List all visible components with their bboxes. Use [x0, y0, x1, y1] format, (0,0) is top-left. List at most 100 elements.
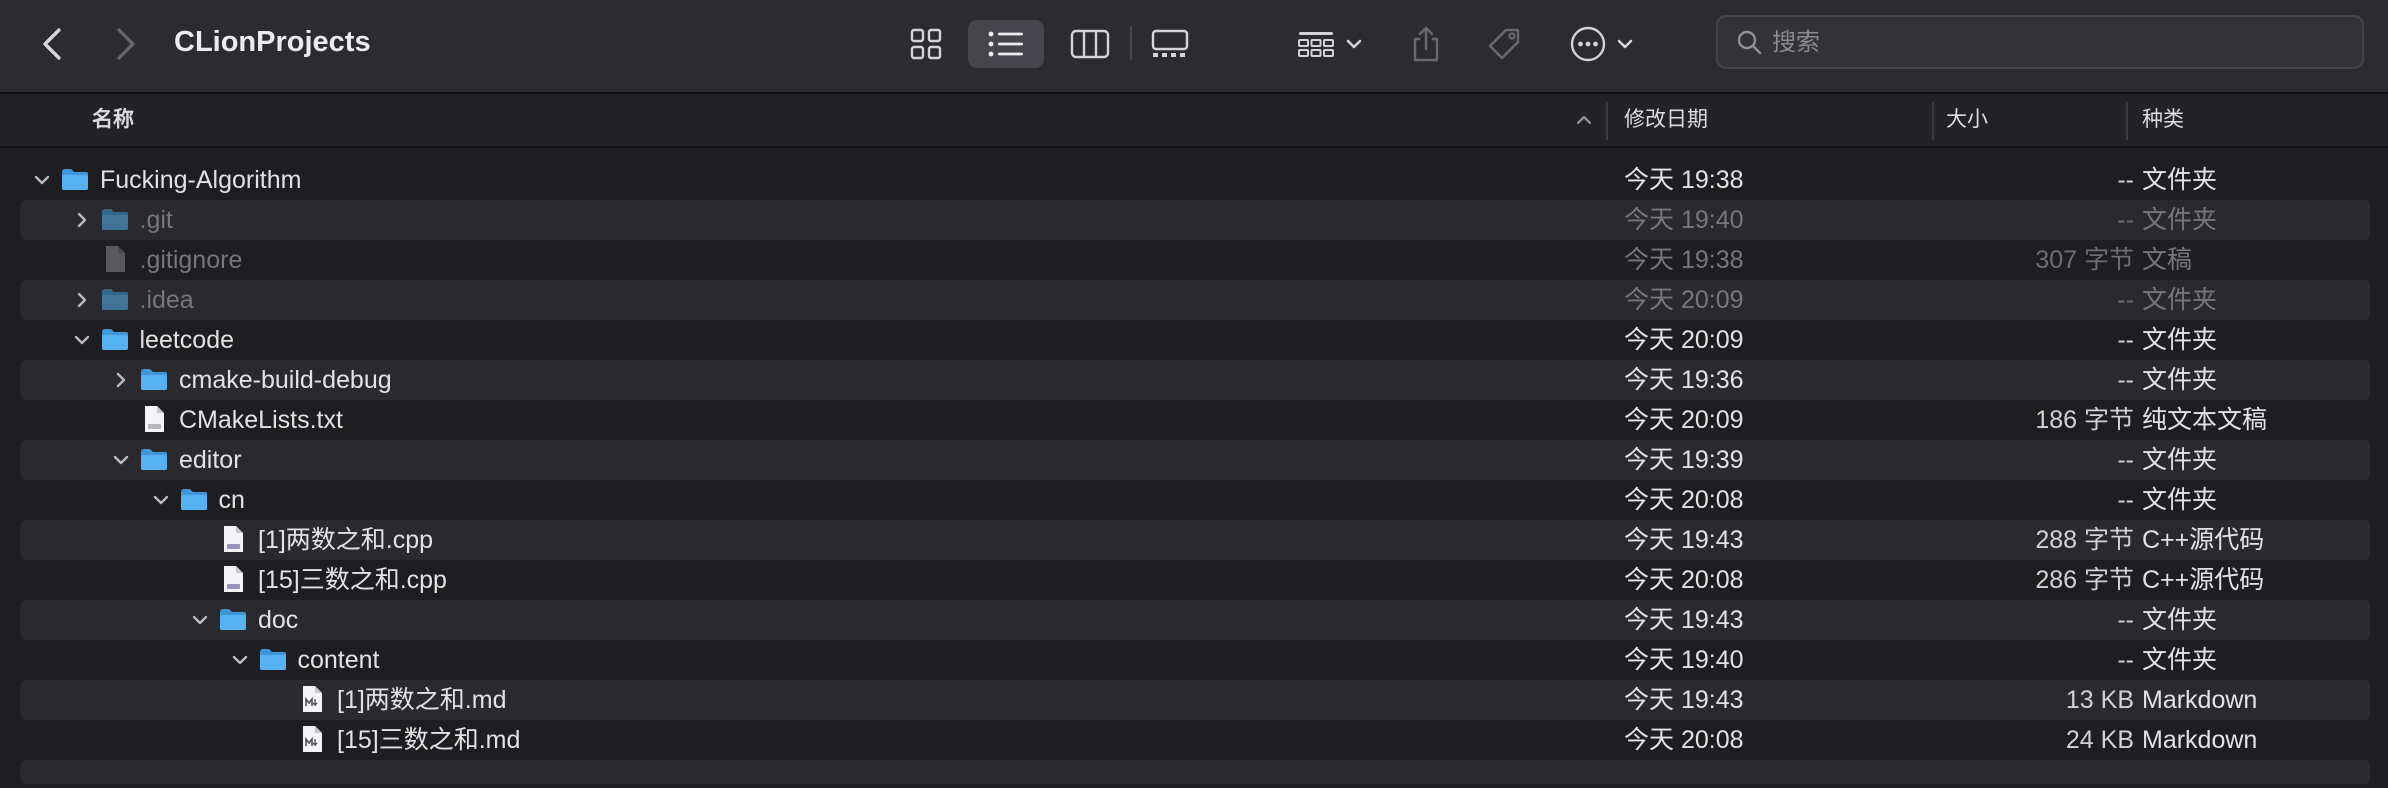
row-name: cmake-build-debug [179, 366, 392, 394]
cpp-file-icon [224, 566, 243, 592]
icon-view-button[interactable] [888, 20, 964, 68]
more-actions-button[interactable] [1564, 20, 1640, 68]
row-size: -- [2117, 166, 2134, 194]
toolbar: CLionProjects [0, 0, 2388, 94]
row-date: 今天 20:09 [1624, 406, 1744, 434]
sort-ascending-icon[interactable] [1574, 110, 1594, 130]
disclosure-expanded-icon[interactable] [188, 608, 212, 632]
folder-icon [101, 329, 128, 350]
row-name: .git [139, 206, 173, 234]
row-date: 今天 19:38 [1624, 166, 1744, 194]
folder-row[interactable]: content 今天 19:40 -- 文件夹 [20, 640, 2370, 680]
file-row[interactable]: CMakeLists.txt 今天 20:09 186 字节 纯文本文稿 [20, 400, 2370, 440]
row-size: -- [2117, 486, 2134, 514]
row-name: [1]两数之和.cpp [258, 526, 434, 554]
row-kind: C++源代码 [2142, 566, 2265, 594]
folder-icon [101, 209, 128, 230]
row-kind: 文件夹 [2142, 166, 2218, 194]
column-divider[interactable] [2126, 102, 2128, 140]
column-divider[interactable] [1606, 102, 1608, 140]
gallery-view-button[interactable] [1132, 20, 1208, 68]
disclosure-expanded-icon[interactable] [30, 168, 54, 192]
row-size: -- [2117, 206, 2134, 234]
disclosure-collapsed-icon[interactable] [70, 208, 94, 232]
disclosure-expanded-icon[interactable] [149, 488, 173, 512]
row-name: leetcode [139, 326, 235, 354]
search-input[interactable] [1770, 17, 2334, 69]
tag-icon [1488, 28, 1520, 60]
column-header-date[interactable]: 修改日期 [1624, 94, 1708, 146]
folder-row[interactable]: .git 今天 19:40 -- 文件夹 [20, 200, 2370, 240]
column-view-button[interactable] [1052, 20, 1128, 68]
folder-icon [141, 449, 167, 470]
list-view-button[interactable] [968, 20, 1044, 68]
row-kind: Markdown [2142, 686, 2258, 714]
disclosure-expanded-icon[interactable] [109, 448, 133, 472]
disclosure-expanded-icon[interactable] [228, 648, 252, 672]
file-row[interactable]: [1]两数之和.md 今天 19:43 13 KB Markdown [20, 680, 2370, 720]
row-size: 307 字节 [2035, 246, 2134, 274]
folder-row[interactable]: doc 今天 19:43 -- 文件夹 [20, 600, 2370, 640]
row-name: [1]两数之和.md [337, 686, 507, 714]
disclosure-collapsed-icon[interactable] [109, 368, 133, 392]
row-kind: 文件夹 [2142, 206, 2218, 234]
group-by-button[interactable] [1288, 20, 1372, 68]
folder-row[interactable]: cmake-build-debug 今天 19:36 -- 文件夹 [20, 360, 2370, 400]
row-kind: C++源代码 [2142, 526, 2265, 554]
chevron-left-icon [43, 28, 61, 60]
folder-icon [141, 369, 167, 390]
search-icon [1737, 30, 1762, 55]
chevron-down-icon [1617, 39, 1633, 49]
row-date: 今天 19:40 [1624, 646, 1744, 674]
row-date: 今天 20:08 [1624, 486, 1744, 514]
file-row[interactable]: [15]三数之和.md 今天 20:08 24 KB Markdown [20, 720, 2370, 760]
folder-icon [259, 649, 286, 670]
file-row[interactable]: .gitignore 今天 19:38 307 字节 文稿 [20, 240, 2370, 280]
row-kind: 文件夹 [2142, 326, 2218, 354]
folder-row[interactable]: leetcode 今天 20:09 -- 文件夹 [20, 320, 2370, 360]
chevron-right-icon [117, 28, 135, 60]
row-name: cn [218, 486, 245, 514]
folder-row[interactable]: editor 今天 19:39 -- 文件夹 [20, 440, 2370, 480]
row-kind: 文件夹 [2142, 446, 2218, 474]
row-date: 今天 19:36 [1624, 366, 1744, 394]
row-kind: 文稿 [2142, 246, 2193, 274]
column-divider[interactable] [1932, 102, 1934, 140]
row-size: -- [2117, 646, 2134, 674]
finder-window: CLionProjects 搜索 名称 修改日期 大小 种类 Fucking-A… [0, 0, 2388, 788]
markdown-file-icon [303, 726, 322, 752]
forward-button[interactable] [104, 20, 148, 68]
row-date: 今天 19:43 [1624, 526, 1744, 554]
row-date: 今天 19:39 [1624, 446, 1744, 474]
row-size: 286 字节 [2035, 566, 2134, 594]
column-header-bar: 名称 修改日期 大小 种类 [0, 94, 2388, 148]
file-row[interactable]: [15]三数之和.cpp 今天 20:08 286 字节 C++源代码 [20, 560, 2370, 600]
row-kind: 文件夹 [2142, 286, 2218, 314]
column-header-kind[interactable]: 种类 [2142, 94, 2184, 146]
folder-row[interactable]: .idea 今天 20:09 -- 文件夹 [20, 280, 2370, 320]
row-date: 今天 20:09 [1624, 286, 1744, 314]
share-button[interactable] [1402, 20, 1450, 68]
row-date: 今天 20:08 [1624, 566, 1744, 594]
file-row[interactable]: [1]两数之和.cpp 今天 19:43 288 字节 C++源代码 [20, 520, 2370, 560]
list-view-icon [988, 31, 1023, 57]
disclosure-collapsed-icon[interactable] [70, 288, 94, 312]
column-header-size[interactable]: 大小 [1946, 94, 1988, 146]
row-kind: Markdown [2142, 726, 2258, 754]
back-button[interactable] [30, 20, 74, 68]
empty-row [20, 760, 2370, 784]
disclosure-expanded-icon[interactable] [70, 328, 94, 352]
folder-row[interactable]: Fucking-Algorithm 今天 19:38 -- 文件夹 [20, 160, 2370, 200]
folder-row[interactable]: cn 今天 20:08 -- 文件夹 [20, 480, 2370, 520]
row-kind: 文件夹 [2142, 646, 2218, 674]
document-icon [105, 246, 125, 272]
row-size: 24 KB [2065, 726, 2134, 754]
row-size: -- [2117, 286, 2134, 314]
text-file-icon [145, 406, 164, 432]
column-header-name[interactable]: 名称 [92, 94, 134, 146]
row-size: -- [2117, 606, 2134, 634]
tag-button[interactable] [1480, 20, 1528, 68]
row-name: Fucking-Algorithm [100, 166, 302, 194]
search-field[interactable] [1716, 15, 2364, 69]
folder-icon [62, 169, 88, 190]
